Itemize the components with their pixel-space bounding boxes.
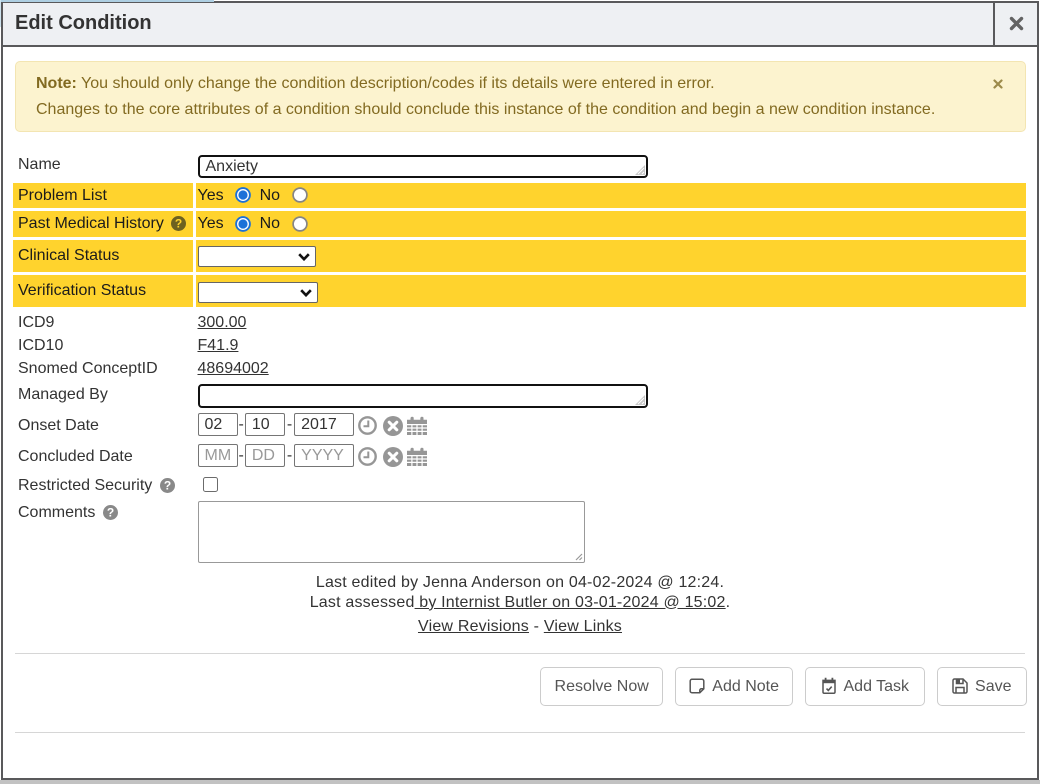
svg-text:?: ? <box>164 479 171 493</box>
svg-text:?: ? <box>107 506 114 520</box>
svg-text:?: ? <box>175 217 182 231</box>
